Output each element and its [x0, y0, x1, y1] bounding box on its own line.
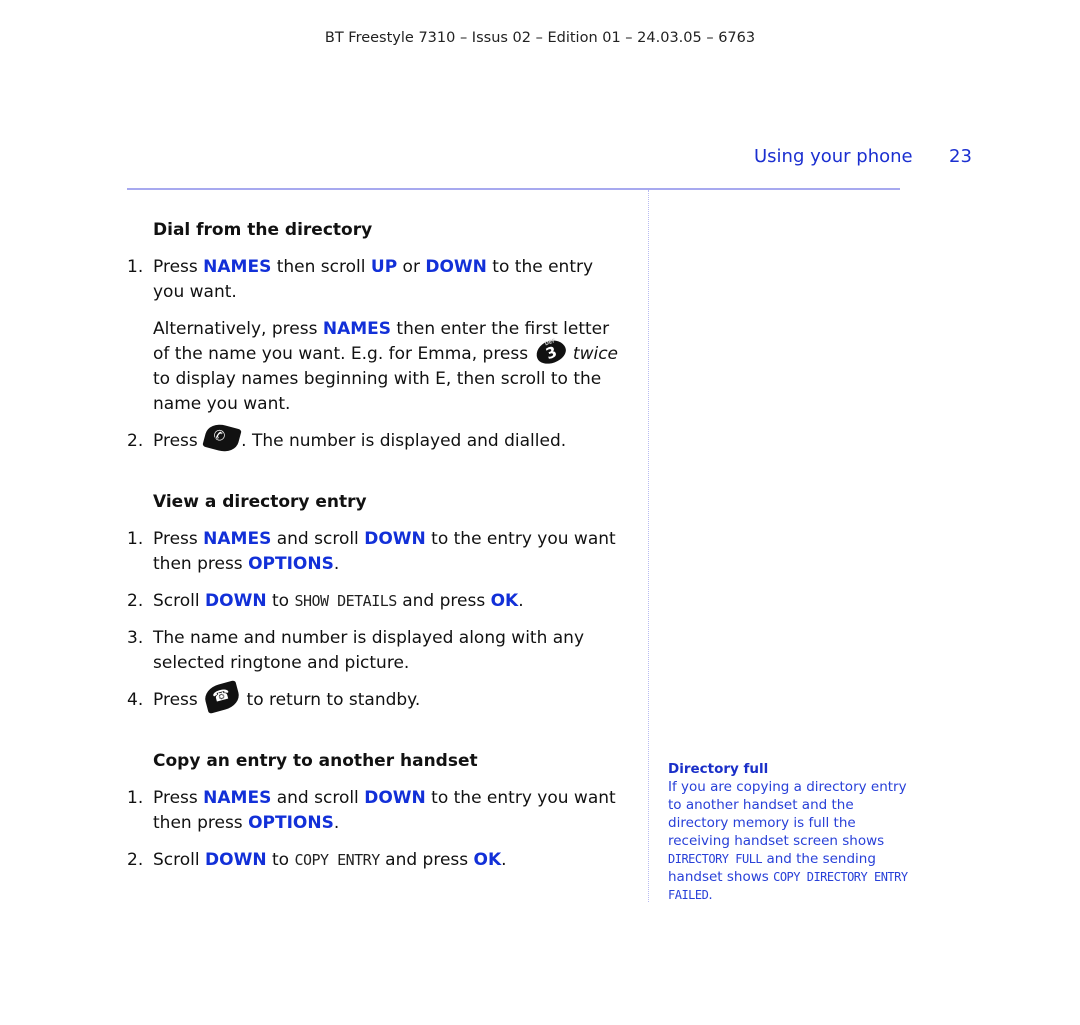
- list-item: 2. Press ✆. The number is displayed and …: [127, 421, 627, 455]
- section-label: Using your phone: [754, 146, 913, 167]
- step-number: 3.: [127, 628, 144, 648]
- keyword-options: OPTIONS: [248, 554, 334, 574]
- keyword-down: DOWN: [364, 788, 426, 808]
- step-text: Press NAMES and scroll DOWN to the entry…: [153, 527, 627, 577]
- alternative-paragraph: Alternatively, press NAMES then enter th…: [127, 317, 627, 417]
- step-number: 4.: [127, 690, 144, 710]
- text: Press: [153, 431, 204, 451]
- keyword-ok: OK: [473, 850, 502, 870]
- text: Press: [153, 529, 204, 549]
- key-3-def-icon: DEF 3: [532, 336, 569, 368]
- page-number: 23: [949, 146, 972, 167]
- list-item: 1. Press NAMES and scroll DOWN to the en…: [127, 786, 627, 836]
- header-rule: [127, 188, 900, 190]
- text: .: [518, 591, 524, 611]
- keyword-names: NAMES: [203, 529, 272, 549]
- text: Alternatively, press: [153, 319, 323, 339]
- step-number: 1.: [127, 788, 144, 808]
- step-number: 1.: [127, 529, 144, 549]
- text: to: [266, 591, 295, 611]
- text: .: [501, 850, 507, 870]
- text: Press: [153, 788, 204, 808]
- text: and scroll: [271, 529, 365, 549]
- text: and press: [379, 850, 474, 870]
- step-number: 2.: [127, 850, 144, 870]
- step-text: Scroll DOWN to COPY ENTRY and press OK.: [153, 848, 627, 873]
- keyword-down: DOWN: [364, 529, 426, 549]
- lcd-text-show-details: SHOW DETAILS: [294, 592, 397, 610]
- step-text: The name and number is displayed along w…: [153, 628, 585, 673]
- text: Scroll: [153, 850, 206, 870]
- keyword-names: NAMES: [203, 788, 272, 808]
- text: to return to standby.: [241, 690, 421, 710]
- text: to display names beginning with E, then …: [153, 369, 602, 414]
- keyword-names: NAMES: [322, 319, 392, 339]
- list-item: 3. The name and number is displayed alon…: [127, 626, 627, 676]
- step-text: Press ☎ to return to standby.: [153, 680, 627, 714]
- section-heading-view-directory-entry: View a directory entry: [153, 492, 367, 512]
- list-item: 2. Scroll DOWN to COPY ENTRY and press O…: [127, 848, 627, 873]
- keyword-down: DOWN: [205, 591, 267, 611]
- text: If you are copying a directory entry to …: [668, 779, 907, 849]
- text: then scroll: [271, 257, 371, 277]
- main-content: Dial from the directory 1. Press NAMES t…: [127, 218, 627, 873]
- text: Press: [153, 257, 204, 277]
- keyword-options: OPTIONS: [248, 813, 334, 833]
- step-number: 2.: [127, 591, 144, 611]
- keyword-down: DOWN: [425, 257, 487, 277]
- text: or: [397, 257, 426, 277]
- emphasis-text: twice: [572, 344, 619, 364]
- text: . The number is displayed and dialled.: [241, 431, 567, 451]
- step-text: Press ✆. The number is displayed and dia…: [153, 421, 627, 455]
- keyword-names: NAMES: [203, 257, 272, 277]
- document-header: BT Freestyle 7310 – Issus 02 – Edition 0…: [324, 30, 756, 46]
- list-item: 1. Press NAMES then scroll UP or DOWN to…: [127, 255, 627, 305]
- text: .: [333, 554, 340, 574]
- lcd-text-directory-full: DIRECTORY FULL: [668, 852, 763, 866]
- text: .: [708, 887, 713, 903]
- section-heading-dial-from-directory: Dial from the directory: [153, 220, 373, 240]
- text: and scroll: [271, 788, 365, 808]
- list-item: 1. Press NAMES and scroll DOWN to the en…: [127, 527, 627, 577]
- column-divider: [648, 190, 649, 902]
- keyword-ok: OK: [490, 591, 519, 611]
- list-item: 4. Press ☎ to return to standby.: [127, 680, 627, 714]
- text: to: [266, 850, 295, 870]
- step-text: Press NAMES then scroll UP or DOWN to th…: [153, 255, 627, 305]
- keyword-up: UP: [370, 257, 398, 277]
- step-number: 1.: [127, 257, 144, 277]
- step-text: Scroll DOWN to SHOW DETAILS and press OK…: [153, 589, 627, 614]
- text: Press: [153, 690, 204, 710]
- note-title: Directory full: [668, 761, 769, 777]
- sidebar-note-directory-full: Directory full If you are copying a dire…: [668, 760, 908, 904]
- list-item: 2. Scroll DOWN to SHOW DETAILS and press…: [127, 589, 627, 614]
- step-number: 2.: [127, 431, 144, 451]
- keyword-down: DOWN: [205, 850, 267, 870]
- text: Scroll: [153, 591, 206, 611]
- text: and press: [396, 591, 491, 611]
- section-heading-copy-entry: Copy an entry to another handset: [153, 751, 478, 771]
- lcd-text-copy-entry: COPY ENTRY: [294, 851, 380, 869]
- note-body: If you are copying a directory entry to …: [668, 778, 908, 904]
- step-text: Press NAMES and scroll DOWN to the entry…: [153, 786, 627, 836]
- text: .: [333, 813, 340, 833]
